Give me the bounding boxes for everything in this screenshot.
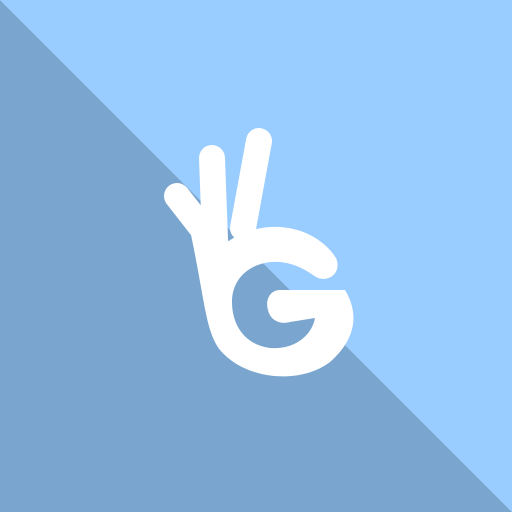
app-icon	[0, 0, 512, 512]
finger-middle	[199, 145, 228, 253]
finger-right	[230, 128, 272, 241]
ok-hand-g-icon	[164, 128, 354, 377]
palm-shape	[190, 226, 354, 377]
